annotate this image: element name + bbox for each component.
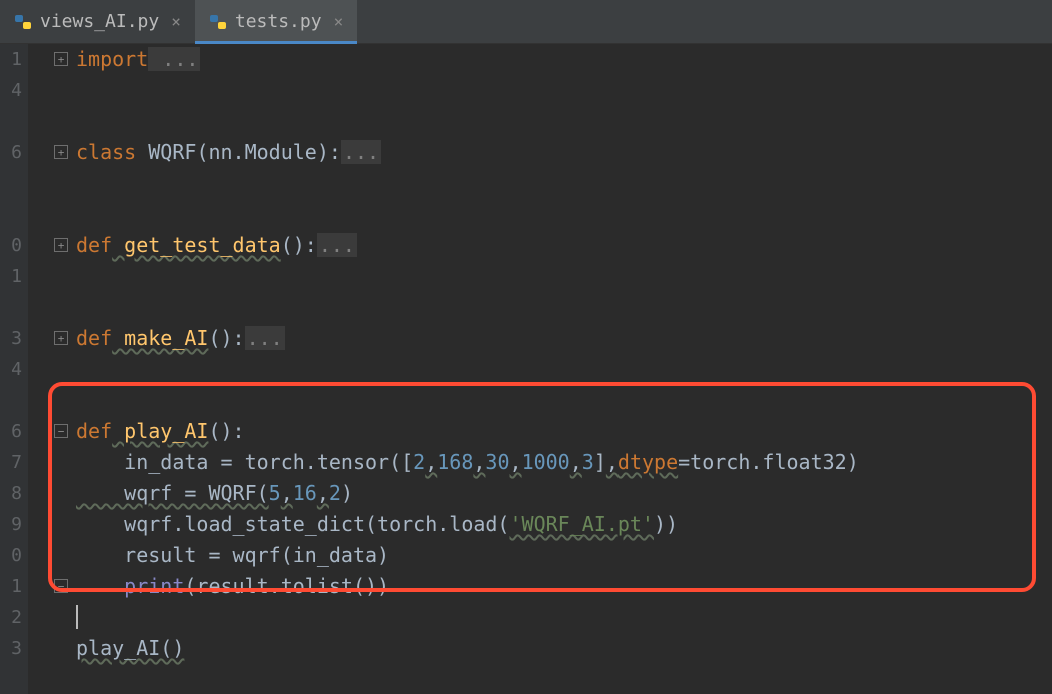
close-icon[interactable]: ×	[334, 12, 344, 31]
line-number: 1	[0, 261, 22, 292]
tab-label: views_AI.py	[40, 11, 159, 32]
line-number: 0	[0, 540, 22, 571]
line-number: 1	[0, 571, 22, 602]
fold-collapsed-icon[interactable]: +	[54, 52, 68, 66]
code-line: print(result.tolist())	[76, 571, 1052, 602]
code-line: wqrf = WQRF(5,16,2)	[76, 478, 1052, 509]
code-line: import ...	[76, 44, 1052, 75]
code-line	[76, 168, 1052, 199]
code-line: wqrf.load_state_dict(torch.load('WQRF_AI…	[76, 509, 1052, 540]
fold-expanded-icon[interactable]: −	[54, 424, 68, 438]
line-number: 0	[0, 230, 22, 261]
code-line: def get_test_data():...	[76, 230, 1052, 261]
line-number: 4	[0, 75, 22, 106]
line-number: 9	[0, 509, 22, 540]
code-line: def play_AI():	[76, 416, 1052, 447]
line-number: 6	[0, 137, 22, 168]
code-line: in_data = torch.tensor([2,168,30,1000,3]…	[76, 447, 1052, 478]
line-number	[0, 168, 22, 199]
code-line: def make_AI():...	[76, 323, 1052, 354]
line-number: 3	[0, 323, 22, 354]
fold-collapsed-icon[interactable]: +	[54, 145, 68, 159]
line-number: 6	[0, 416, 22, 447]
line-number: 3	[0, 633, 22, 664]
fold-column: + + + + − −	[28, 44, 76, 694]
tab-views-ai[interactable]: views_AI.py ×	[0, 0, 195, 43]
fold-collapsed-icon[interactable]: +	[54, 331, 68, 345]
code-line	[76, 75, 1052, 106]
line-number-gutter: 1 4 6 0 1 3 4 6 7 8 9 0 1 2 3	[0, 44, 28, 694]
line-number: 4	[0, 354, 22, 385]
line-number: 8	[0, 478, 22, 509]
code-line	[76, 385, 1052, 416]
code-area[interactable]: import ... class WQRF(nn.Module):... def…	[76, 44, 1052, 694]
line-number	[0, 385, 22, 416]
tab-tests[interactable]: tests.py ×	[195, 0, 357, 43]
fold-expanded-icon[interactable]: −	[54, 579, 68, 593]
text-cursor	[76, 605, 78, 629]
python-file-icon	[14, 13, 32, 31]
python-file-icon	[209, 13, 227, 31]
code-line: result = wqrf(in_data)	[76, 540, 1052, 571]
code-editor[interactable]: 1 4 6 0 1 3 4 6 7 8 9 0 1 2 3 + + + + − …	[0, 44, 1052, 694]
line-number: 7	[0, 447, 22, 478]
line-number	[0, 106, 22, 137]
code-line	[76, 106, 1052, 137]
line-number	[0, 199, 22, 230]
line-number: 1	[0, 44, 22, 75]
line-number	[0, 292, 22, 323]
code-line: play_AI()	[76, 633, 1052, 664]
close-icon[interactable]: ×	[171, 12, 181, 31]
code-line	[76, 261, 1052, 292]
code-line	[76, 602, 1052, 633]
fold-collapsed-icon[interactable]: +	[54, 238, 68, 252]
code-line	[76, 354, 1052, 385]
code-line: class WQRF(nn.Module):...	[76, 137, 1052, 168]
tab-label: tests.py	[235, 11, 322, 32]
tab-bar: views_AI.py × tests.py ×	[0, 0, 1052, 44]
code-line	[76, 292, 1052, 323]
code-line	[76, 199, 1052, 230]
line-number: 2	[0, 602, 22, 633]
